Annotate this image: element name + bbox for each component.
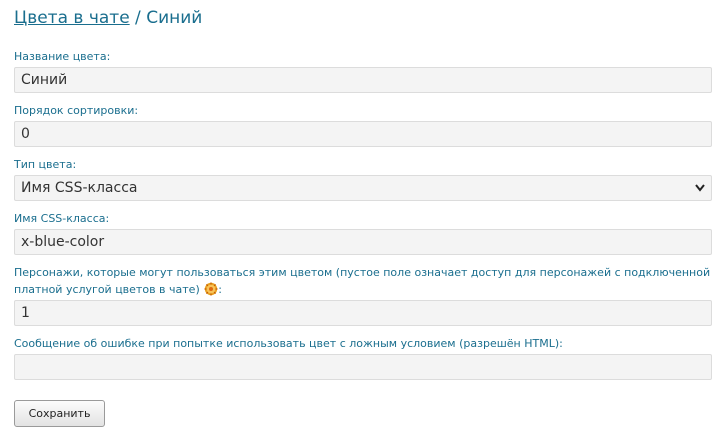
sort-order-label: Порядок сортировки: (14, 104, 139, 117)
characters-label-text: Персонажи, которые могут пользоваться эт… (14, 266, 711, 296)
color-type-select[interactable]: Имя CSS-класса (14, 175, 712, 201)
characters-label: Персонажи, которые могут пользоваться эт… (14, 264, 716, 298)
color-name-input[interactable] (14, 67, 712, 93)
sort-order-input[interactable] (14, 121, 712, 147)
color-type-label: Тип цвета: (14, 158, 77, 171)
breadcrumb-current: Синий (146, 8, 203, 28)
color-type-selected-value: Имя CSS-класса (21, 180, 138, 196)
characters-input[interactable] (14, 300, 712, 326)
help-gear-icon[interactable] (204, 282, 218, 296)
error-message-input[interactable] (14, 354, 712, 380)
chevron-down-icon (693, 176, 707, 200)
page-title: Цвета в чате / Синий (14, 8, 202, 28)
css-class-label: Имя CSS-класса: (14, 212, 110, 225)
css-class-input[interactable] (14, 229, 712, 255)
color-name-label: Название цвета: (14, 50, 111, 63)
breadcrumb-separator: / (129, 8, 147, 28)
save-button[interactable]: Сохранить (14, 400, 105, 427)
error-message-label: Сообщение об ошибке при попытке использо… (14, 337, 563, 350)
characters-label-suffix: : (218, 283, 222, 296)
breadcrumb-parent-link[interactable]: Цвета в чате (14, 8, 130, 28)
